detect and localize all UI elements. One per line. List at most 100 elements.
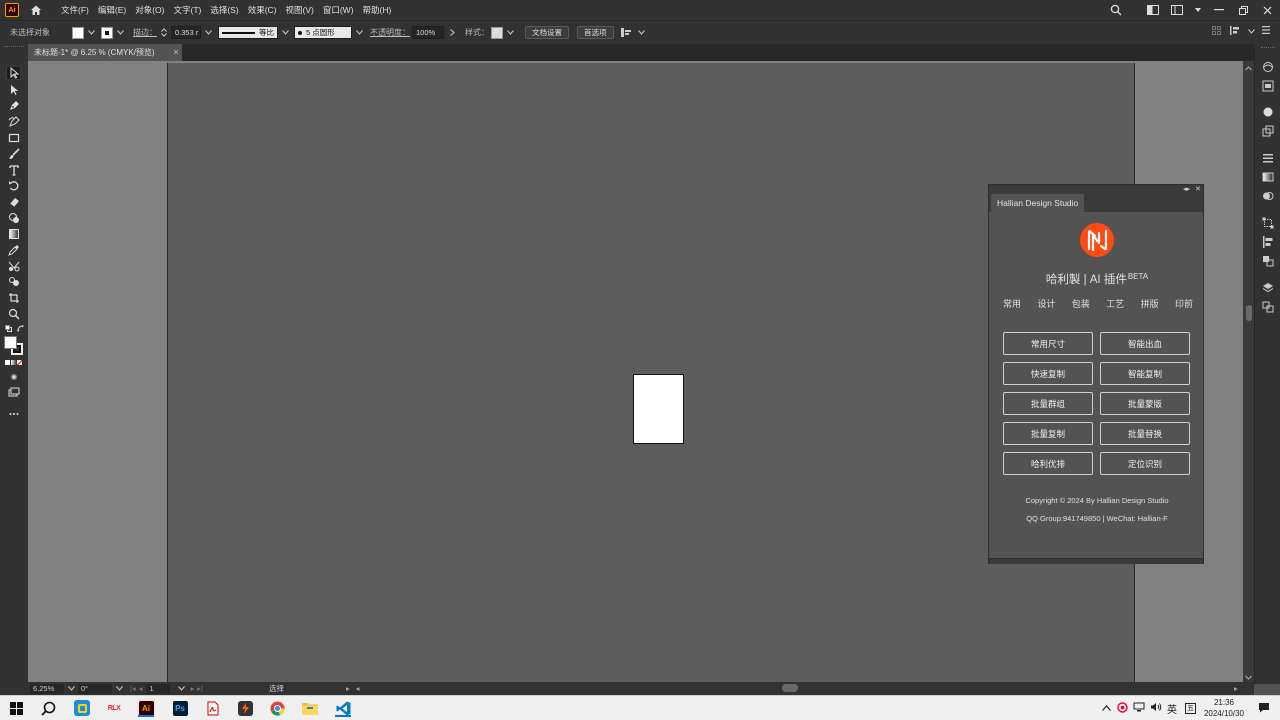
chevron-down-icon[interactable] xyxy=(355,29,363,37)
collapse-icon[interactable]: ◂▸ xyxy=(1183,185,1190,194)
batch-replace-button[interactable]: 批量替换 xyxy=(1100,422,1190,445)
symbol-sprayer-tool-icon[interactable] xyxy=(7,275,21,288)
transparency-icon[interactable] xyxy=(1262,190,1274,202)
category-design[interactable]: 设计 xyxy=(1037,297,1055,310)
style-swatch[interactable] xyxy=(491,26,503,39)
panel-menu-icon[interactable] xyxy=(1262,26,1272,36)
scroll-up-icon[interactable] xyxy=(1245,63,1252,71)
first-artboard-icon[interactable]: |◂ xyxy=(130,684,136,693)
screen-mode-icon[interactable] xyxy=(7,386,21,399)
gradient-panel-icon[interactable] xyxy=(1262,171,1274,183)
gradient-tool-icon[interactable] xyxy=(7,227,21,240)
plugin-app-icon[interactable] xyxy=(236,699,254,717)
vscode-icon[interactable] xyxy=(334,699,352,717)
swap-colors-icon[interactable] xyxy=(17,325,25,333)
color-mode-icon[interactable] xyxy=(5,360,10,365)
category-imposition[interactable]: 拼版 xyxy=(1141,297,1159,310)
stroke-swatch[interactable] xyxy=(101,26,113,39)
eraser-tool-icon[interactable] xyxy=(7,195,21,208)
chevron-down-icon[interactable] xyxy=(281,29,289,37)
artboards-panel-icon[interactable] xyxy=(1262,301,1274,313)
align-panel-icon[interactable] xyxy=(1262,236,1274,248)
minimize-icon[interactable] xyxy=(1212,3,1226,17)
qt-app-icon[interactable] xyxy=(73,699,91,717)
scroll-left-icon[interactable]: ◂ xyxy=(356,684,360,693)
rotation-view[interactable]: 0° xyxy=(78,683,112,694)
preferences-button[interactable]: 首选项 xyxy=(577,26,614,39)
stroke-profile-select[interactable]: 等比 xyxy=(218,26,278,39)
menu-select[interactable]: 选择(S) xyxy=(210,4,238,16)
color-guide-icon[interactable] xyxy=(1262,125,1274,137)
panel-resize-handle[interactable] xyxy=(989,558,1203,564)
search-icon[interactable] xyxy=(39,699,57,717)
input-method-indicator[interactable]: 英 xyxy=(1167,701,1177,716)
stroke-panel-icon[interactable] xyxy=(1262,152,1274,164)
default-colors-icon[interactable] xyxy=(5,325,12,332)
smart-bleed-button[interactable]: 智能出血 xyxy=(1100,332,1190,355)
chevron-down-icon[interactable] xyxy=(116,29,124,37)
chevron-down-icon[interactable] xyxy=(87,29,95,37)
notification-icon[interactable] xyxy=(1258,702,1270,715)
batch-group-button[interactable]: 批量群组 xyxy=(1003,392,1093,415)
tray-overflow-icon[interactable] xyxy=(1102,703,1111,713)
zoom-level[interactable]: 6.25% xyxy=(30,683,64,694)
rtx-app-icon[interactable]: RLX xyxy=(105,699,123,717)
common-size-button[interactable]: 常用尺寸 xyxy=(1003,332,1093,355)
brush-select[interactable]: 5 点圆形 xyxy=(294,26,352,39)
document-setup-button[interactable]: 文档设置 xyxy=(525,26,569,39)
start-button[interactable] xyxy=(7,699,25,717)
batch-copy-button[interactable]: 批量复制 xyxy=(1003,422,1093,445)
type-tool-icon[interactable] xyxy=(7,163,21,176)
document-tab[interactable]: 未标题-1* @ 6.25 % (CMYK/预览) xyxy=(28,44,182,61)
rotate-tool-icon[interactable] xyxy=(7,179,21,192)
shape-builder-tool-icon[interactable] xyxy=(7,211,21,224)
artboard-number[interactable]: 1 xyxy=(146,683,171,694)
transform-icon[interactable] xyxy=(1262,217,1274,229)
scroll-down-icon[interactable] xyxy=(1245,672,1252,680)
chevron-right-icon[interactable] xyxy=(448,29,456,37)
arrow-down-icon[interactable] xyxy=(1194,3,1202,17)
stroke-weight-input[interactable]: 0.353 r xyxy=(171,26,201,39)
zoom-tool-icon[interactable] xyxy=(7,307,21,320)
arrange-icon[interactable] xyxy=(620,28,632,37)
position-detect-button[interactable]: 定位识别 xyxy=(1100,452,1190,475)
panel-title-strip[interactable]: ◂▸ ✕ xyxy=(989,185,1203,194)
category-common[interactable]: 常用 xyxy=(1003,297,1021,310)
chevron-down-icon[interactable] xyxy=(66,686,76,691)
artboard[interactable] xyxy=(633,374,684,444)
record-icon[interactable] xyxy=(1117,701,1128,715)
chevron-down-icon[interactable] xyxy=(114,686,124,691)
fill-swatch[interactable] xyxy=(72,26,84,39)
close-window-icon[interactable] xyxy=(1260,3,1274,17)
arrange-docs-icon[interactable] xyxy=(1170,3,1184,17)
appearance-icon[interactable] xyxy=(1262,61,1274,73)
menu-type[interactable]: 文字(T) xyxy=(173,4,201,16)
menu-view[interactable]: 视图(V) xyxy=(286,4,314,16)
toolbar-grip[interactable] xyxy=(4,46,24,49)
acrobat-icon[interactable] xyxy=(203,699,221,717)
color-icon[interactable] xyxy=(1262,106,1274,118)
menu-file[interactable]: 文件(F) xyxy=(61,4,89,16)
category-packaging[interactable]: 包装 xyxy=(1072,297,1090,310)
close-icon[interactable]: × xyxy=(170,46,182,58)
previous-artboard-icon[interactable]: ◂ xyxy=(139,684,143,693)
menu-help[interactable]: 帮助(H) xyxy=(363,4,392,16)
blend-tool-icon[interactable] xyxy=(7,259,21,272)
more-tools-icon[interactable] xyxy=(7,407,21,420)
gradient-mode-icon[interactable] xyxy=(11,360,16,365)
status-menu-icon[interactable]: ▸ xyxy=(346,684,350,693)
smart-copy-button[interactable]: 智能复制 xyxy=(1100,362,1190,385)
vertical-scrollbar[interactable] xyxy=(1243,61,1254,682)
chevron-down-icon[interactable] xyxy=(1247,27,1255,35)
menu-object[interactable]: 对象(O) xyxy=(135,4,164,16)
clock[interactable]: 21:36 2024/10/30 xyxy=(1204,697,1244,719)
drawing-mode-icon[interactable] xyxy=(7,370,21,383)
pathfinder-icon[interactable] xyxy=(1262,255,1274,267)
close-icon[interactable]: ✕ xyxy=(1195,185,1201,194)
last-artboard-icon[interactable]: ▸| xyxy=(197,684,203,693)
panel-grip[interactable] xyxy=(1261,47,1275,50)
horizontal-scroll-thumb[interactable] xyxy=(782,684,798,692)
file-explorer-icon[interactable] xyxy=(301,699,319,717)
menu-edit[interactable]: 编辑(E) xyxy=(98,4,126,16)
chevron-down-icon[interactable] xyxy=(506,29,514,37)
